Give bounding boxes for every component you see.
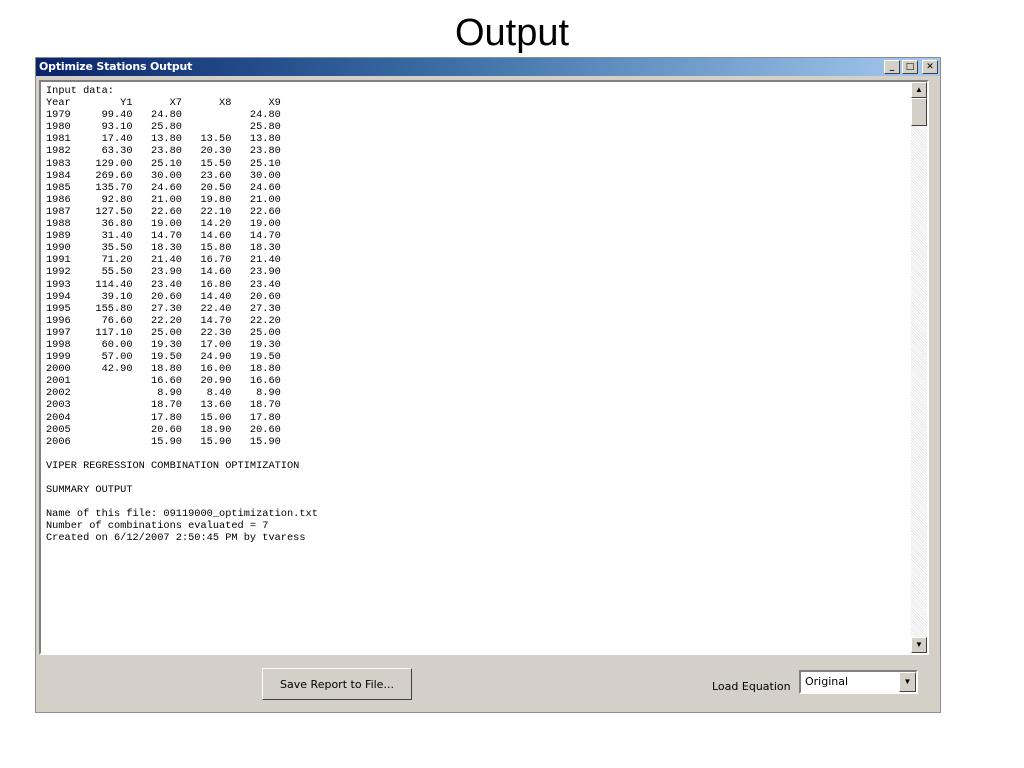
report-textbox[interactable]: Input data: Year Y1 X7 X8 X9 1979 99.40 24… [39, 80, 929, 655]
report-line: 1987 127.50 22.60 22.10 22.60 [46, 205, 281, 218]
report-line: 1993 114.40 23.40 16.80 23.40 [46, 278, 281, 291]
chevron-down-icon[interactable]: ▼ [899, 672, 916, 692]
report-line: 2001 16.60 20.90 16.60 [46, 375, 281, 388]
report-line: 1983 129.00 25.10 15.50 25.10 [46, 157, 281, 170]
load-equation-label: Load Equation [712, 680, 791, 693]
slide-title: Output [454, 12, 570, 54]
report-line: Year Y1 X7 X8 X9 [46, 97, 281, 110]
report-line: 1984 269.60 30.00 23.60 30.00 [46, 169, 281, 182]
load-equation-value: Original [805, 675, 849, 688]
report-line: Name of this file: 09119000_optimization… [46, 508, 318, 521]
report-line: Created on 6/12/2007 2:50:45 PM by tvare… [46, 532, 306, 545]
close-button[interactable]: ✕ [922, 60, 938, 74]
report-line: Number of combinations evaluated = 7 [46, 520, 269, 533]
save-report-button[interactable]: Save Report to File... [262, 668, 412, 700]
report-line: 1996 76.60 22.20 14.70 22.20 [46, 314, 281, 327]
maximize-button[interactable]: □ [902, 60, 918, 74]
report-line: 1997 117.10 25.00 22.30 25.00 [46, 326, 281, 339]
report-line: 1986 92.80 21.00 19.80 21.00 [46, 193, 281, 206]
report-line: 1981 17.40 13.80 13.50 13.80 [46, 133, 281, 146]
report-line: 1985 135.70 24.60 20.50 24.60 [46, 181, 281, 194]
window-controls: _ □ ✕ [884, 60, 938, 74]
report-line: 2006 15.90 15.90 15.90 [46, 435, 281, 448]
report-line: Input data: [46, 85, 114, 97]
report-line: 1989 31.40 14.70 14.60 14.70 [46, 230, 281, 243]
report-line: 1994 39.10 20.60 14.40 20.60 [46, 290, 281, 303]
report-line: 1999 57.00 19.50 24.90 19.50 [46, 351, 281, 364]
report-line: 1992 55.50 23.90 14.60 23.90 [46, 266, 281, 279]
report-line: 2005 20.60 18.90 20.60 [46, 423, 281, 436]
report-line: 2003 18.70 13.60 18.70 [46, 399, 281, 412]
report-line [46, 448, 906, 460]
report-line: SUMMARY OUTPUT [46, 484, 133, 497]
report-line: 1980 93.10 25.80 25.80 [46, 121, 281, 134]
report-line: VIPER REGRESSION COMBINATION OPTIMIZATIO… [46, 459, 300, 472]
window-titlebar[interactable]: Optimize Stations Output _ □ ✕ [36, 58, 940, 76]
minimize-button[interactable]: _ [884, 60, 900, 74]
report-text: Input data: Year Y1 X7 X8 X9 1979 99.40 24… [46, 85, 906, 650]
report-line [46, 496, 906, 508]
output-window: Optimize Stations Output _ □ ✕ Input dat… [35, 57, 941, 713]
report-line: 1982 63.30 23.80 20.30 23.80 [46, 145, 281, 158]
report-line: 1990 35.50 18.30 15.80 18.30 [46, 242, 281, 255]
report-line: 1991 71.20 21.40 16.70 21.40 [46, 254, 281, 267]
report-line: 2004 17.80 15.00 17.80 [46, 411, 281, 424]
scroll-up-icon[interactable]: ▲ [911, 82, 927, 98]
report-line: 1988 36.80 19.00 14.20 19.00 [46, 218, 281, 231]
report-line: 2002 8.90 8.40 8.90 [46, 387, 281, 400]
report-line [46, 472, 906, 484]
vertical-scrollbar[interactable]: ▲ ▼ [911, 82, 927, 653]
scroll-down-icon[interactable]: ▼ [911, 637, 927, 653]
window-title: Optimize Stations Output [39, 60, 193, 73]
report-line: 1979 99.40 24.80 24.80 [46, 109, 281, 122]
scroll-thumb[interactable] [911, 98, 927, 126]
load-equation-select[interactable]: Original ▼ [799, 670, 918, 694]
report-line: 2000 42.90 18.80 16.00 18.80 [46, 363, 281, 376]
report-line: 1998 60.00 19.30 17.00 19.30 [46, 338, 281, 351]
report-line: 1995 155.80 27.30 22.40 27.30 [46, 302, 281, 315]
